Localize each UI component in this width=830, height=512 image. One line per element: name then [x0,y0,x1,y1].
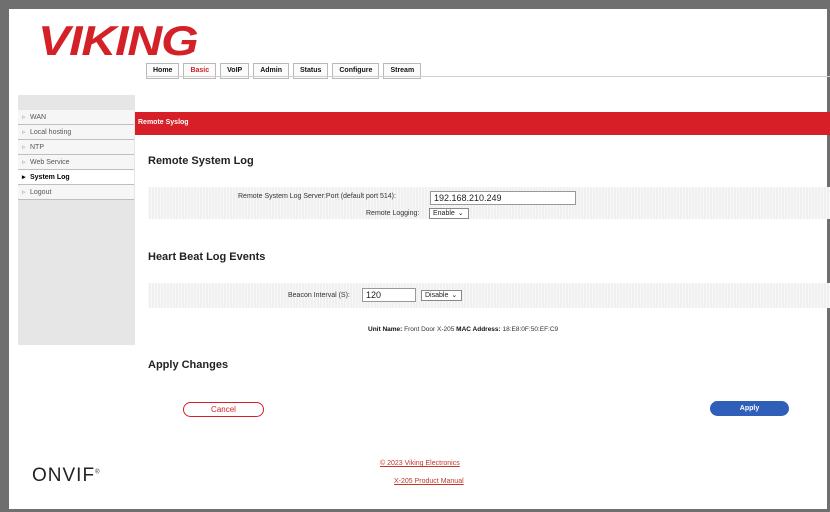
unit-info-line: Unit Name: Front Door X-205 MAC Address:… [368,326,558,333]
unit-name-value: Front Door X-205 [404,326,455,333]
chevron-down-icon: ⌄ [457,210,464,217]
remote-logging-label: Remote Logging: [366,210,420,217]
onvif-logo: ONVIF® [32,465,101,486]
server-port-input[interactable]: 192.168.210.249 [430,191,576,205]
heartbeat-heading: Heart Beat Log Events [148,251,266,263]
sidebar-item-label: WAN [30,114,47,121]
sidebar-item-label: System Log [30,174,70,181]
chevron-right-icon: ▹ [22,114,26,121]
chevron-right-icon: ▹ [22,144,26,151]
sidebar-item-logout[interactable]: ▹ Logout [18,185,134,200]
chevron-right-icon: ▹ [22,189,26,196]
chevron-down-icon: ⌄ [451,292,458,299]
server-port-label: Remote System Log Server:Port (default p… [238,193,396,200]
apply-button[interactable]: Apply [710,401,789,416]
heartbeat-state-value: Disable [425,292,449,299]
product-manual-link[interactable]: X-205 Product Manual [394,478,464,485]
beacon-interval-label: Beacon Interval (S): [288,292,350,299]
chevron-right-icon: ▹ [22,159,26,166]
sidebar-item-label: Web Service [30,159,70,166]
beacon-interval-input[interactable]: 120 [362,288,416,302]
remote-logging-select[interactable]: Enable ⌄ [429,208,469,219]
sidebar-item-ntp[interactable]: ▹ NTP [18,140,134,155]
header-divider [146,76,830,77]
sidebar-item-label: NTP [30,144,44,151]
apply-changes-heading: Apply Changes [148,359,229,371]
sidebar-item-web-service[interactable]: ▹ Web Service [18,155,134,170]
viking-logo: VIKING [38,17,199,64]
cancel-button[interactable]: Cancel [183,402,264,417]
sidebar-item-system-log[interactable]: ▸ System Log [18,170,134,185]
sidebar-menu: ▹ WAN ▹ Local hosting ▹ NTP ▹ Web Service ▸ S… [18,110,134,200]
heartbeat-state-select[interactable]: Disable ⌄ [421,290,462,301]
sidebar-item-local-hosting[interactable]: ▹ Local hosting [18,125,134,140]
heartbeat-band [148,283,830,308]
sidebar-item-label: Local hosting [30,129,72,136]
chevron-right-icon: ▸ [22,174,26,181]
chevron-right-icon: ▹ [22,129,26,136]
remote-logging-value: Enable [433,210,455,217]
mac-address-label: MAC Address: [456,326,501,333]
remote-log-heading: Remote System Log [148,155,254,167]
section-title: Remote Syslog [138,119,189,126]
unit-name-label: Unit Name: [368,326,403,333]
copyright-link[interactable]: © 2023 Viking Electronics [380,460,460,467]
section-title-bar: Remote Syslog [135,112,830,135]
sidebar-item-label: Logout [30,189,52,196]
sidebar-item-wan[interactable]: ▹ WAN [18,110,134,125]
onvif-logo-text: ONVIF [32,465,96,486]
mac-address-value: 18:E8:0F:50:EF:C9 [502,326,559,333]
